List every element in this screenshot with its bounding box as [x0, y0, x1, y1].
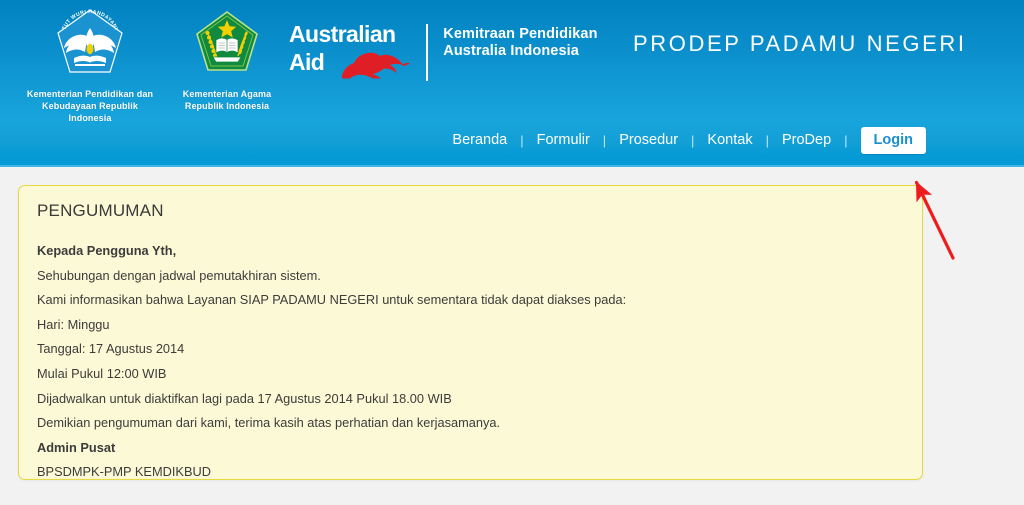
announcement-line: Sehubungan dengan jadwal pemutakhiran si… — [37, 267, 321, 283]
announcement-line: Demikian pengumuman dari kami, terima ka… — [37, 415, 501, 431]
announcement-line: Dijadwalkan untuk diaktifkan lagi pada 1… — [37, 390, 452, 406]
kemenag-emblem-icon — [196, 11, 258, 71]
kemenag-logo: Kementerian Agama Republik Indonesia — [172, 10, 282, 112]
site-header: TUT WURI HANDAYANI Kementerian Pendidika… — [0, 0, 1024, 167]
kemdikbud-emblem-icon: TUT WURI HANDAYANI — [57, 9, 123, 73]
announcement-line: Admin Pusat — [37, 439, 116, 455]
announcement-line: Kepada Pengguna Yth, — [37, 243, 177, 258]
kemdikbud-logo: TUT WURI HANDAYANI Kementerian Pendidika… — [20, 8, 160, 124]
kangaroo-icon — [342, 52, 411, 79]
main-navigation: Beranda | Formulir | Prosedur | Kontak |… — [439, 126, 926, 154]
kemdikbud-logo-caption: Kementerian Pendidikan dan Kebudayaan Re… — [26, 89, 154, 123]
partnership-text: Kemitraan Pendidikan Australia Indonesia — [443, 26, 598, 59]
australian-aid-lockup: Australian Aid Kemitraan Pendidikan Aust… — [289, 23, 598, 81]
nav-item-prosedur[interactable]: Prosedur — [606, 132, 691, 148]
announcement-line: Hari: Minggu — [37, 316, 110, 332]
nav-item-kontak[interactable]: Kontak — [694, 132, 765, 148]
nav-item-beranda[interactable]: Beranda — [439, 132, 520, 148]
header-bottom-rule — [0, 165, 1024, 167]
kemenag-logo-caption: Kementerian Agama Republik Indonesia — [182, 89, 272, 111]
nav-separator: | — [844, 132, 848, 148]
announcement-title: PENGUMUMAN — [37, 201, 164, 220]
login-button[interactable]: Login — [860, 126, 926, 154]
announcement-line: Tanggal: 17 Agustus 2014 — [37, 341, 185, 357]
announcement-body: Kepada Pengguna Yth, Sehubungan dengan j… — [37, 239, 908, 485]
australian-aid-line2: Aid — [289, 49, 325, 75]
brand-title: PRODEP PADAMU NEGERI — [633, 31, 967, 56]
nav-item-prodep[interactable]: ProDep — [769, 132, 844, 148]
lockup-divider — [426, 24, 429, 81]
announcement-line: Mulai Pukul 12:00 WIB — [37, 365, 167, 381]
nav-item-formulir[interactable]: Formulir — [524, 132, 603, 148]
australian-aid-line1: Australian — [289, 21, 396, 47]
announcement-line: BPSDMPK-PMP KEMDIKBUD — [37, 464, 211, 480]
announcement-line: Kami informasikan bahwa Layanan SIAP PAD… — [37, 292, 627, 308]
australian-aid-logo: Australian Aid — [289, 21, 411, 79]
announcement-card: PENGUMUMAN Kepada Pengguna Yth, Sehubung… — [18, 185, 923, 480]
